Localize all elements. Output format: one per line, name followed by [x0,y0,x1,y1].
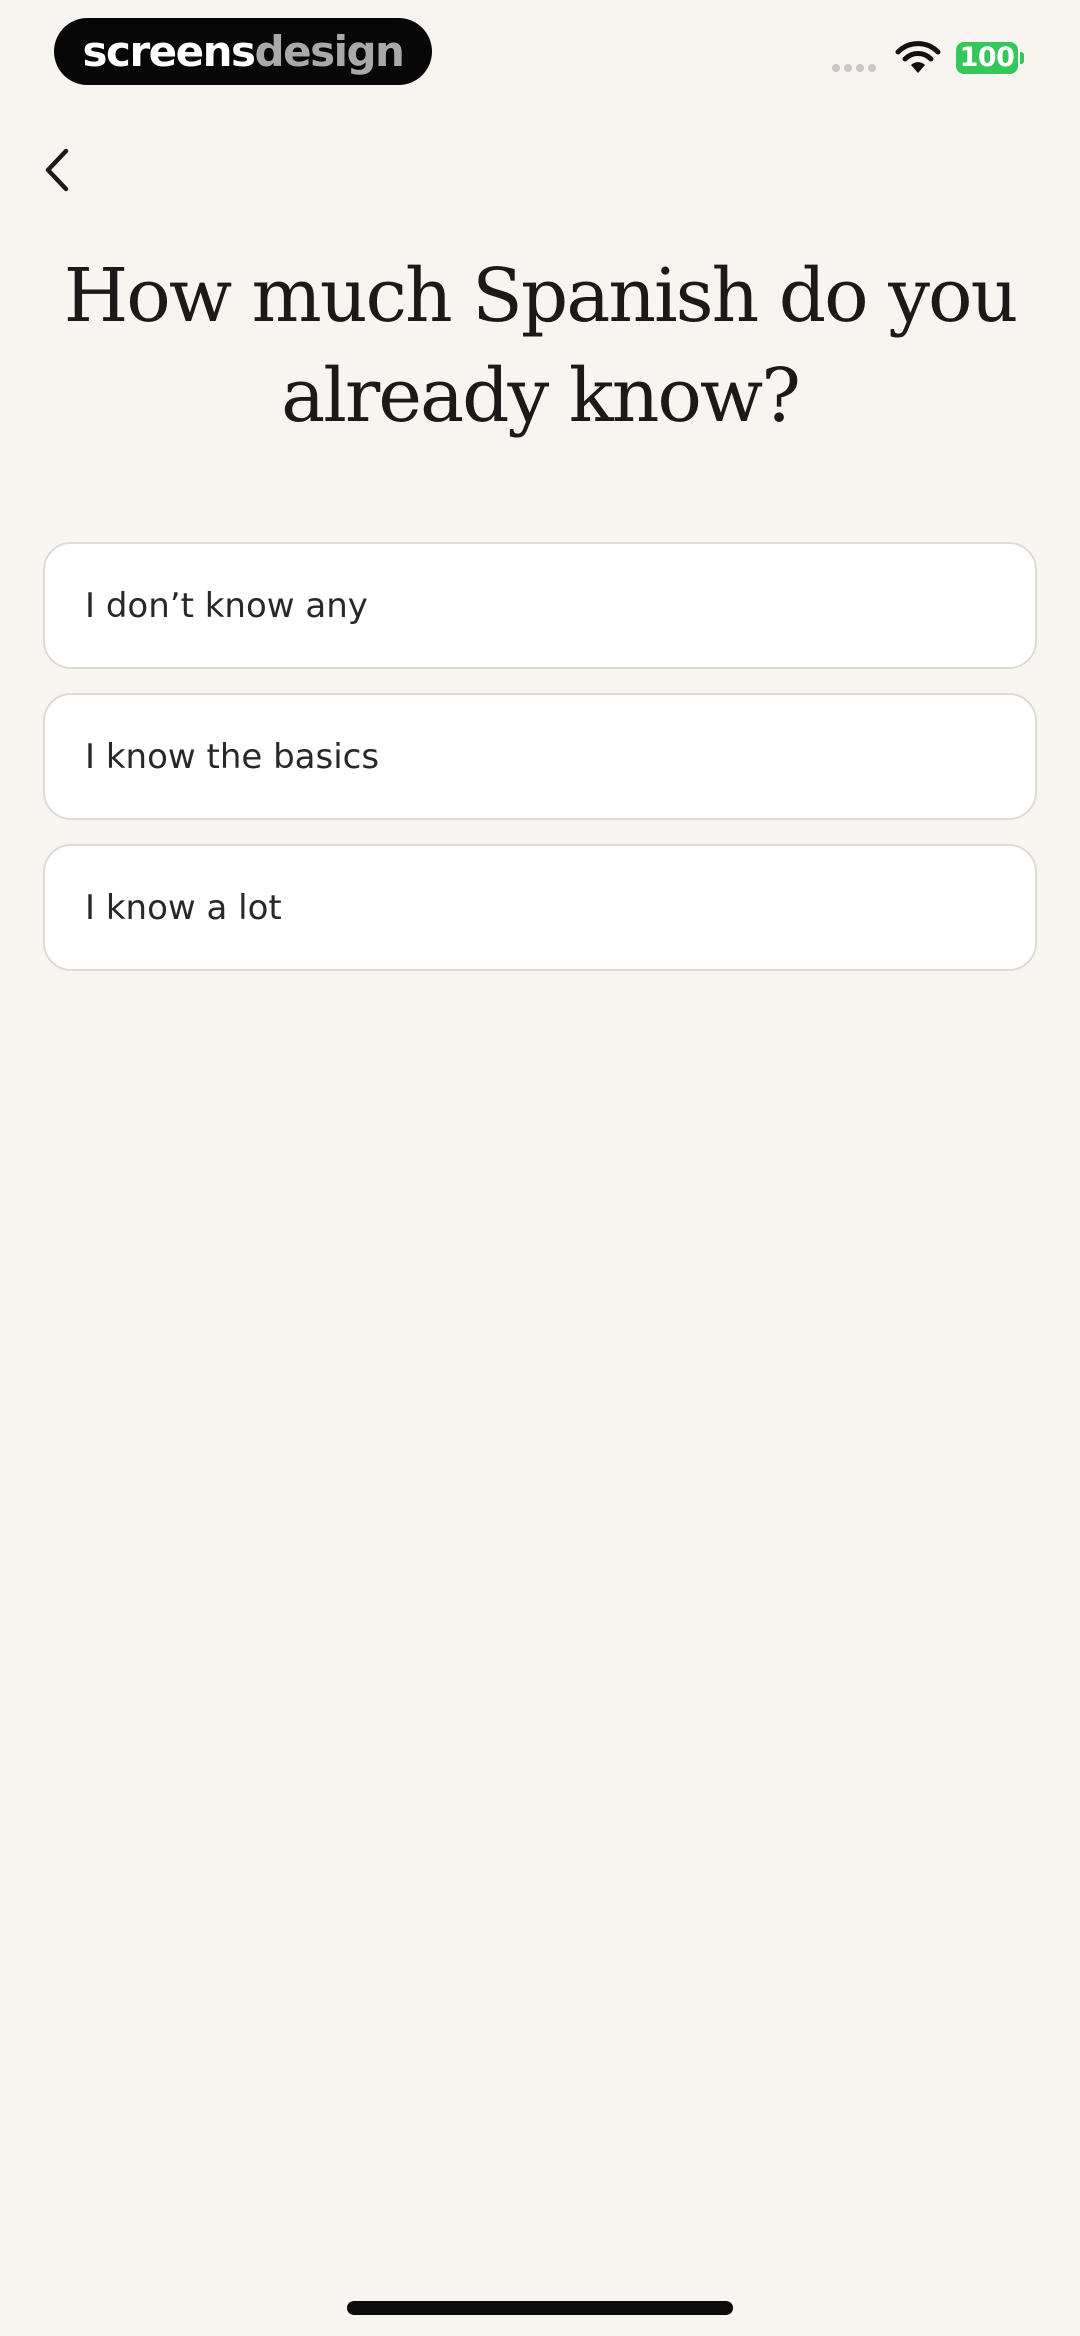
battery-tip [1020,52,1024,64]
signal-dots-icon [832,64,876,72]
option-know-basics[interactable]: I know the basics [43,693,1037,820]
option-label: I don’t know any [85,585,368,626]
logo-text-screens: screens [82,27,256,76]
logo-text-design: design [254,27,405,76]
option-know-a-lot[interactable]: I know a lot [43,844,1037,971]
wifi-icon [895,41,941,73]
home-indicator[interactable] [347,2301,733,2315]
screensdesign-logo: screens design [54,18,432,85]
option-label: I know the basics [85,736,380,777]
back-button[interactable] [30,140,84,200]
option-label: I know a lot [85,887,282,928]
battery-level: 100 [959,42,1015,73]
options-list: I don’t know any I know the basics I kno… [43,542,1037,995]
battery-icon: 100 [956,42,1018,74]
chevron-left-icon [45,148,69,192]
page-title: How much Spanish do you already know? [63,253,1019,439]
option-dont-know-any[interactable]: I don’t know any [43,542,1037,669]
